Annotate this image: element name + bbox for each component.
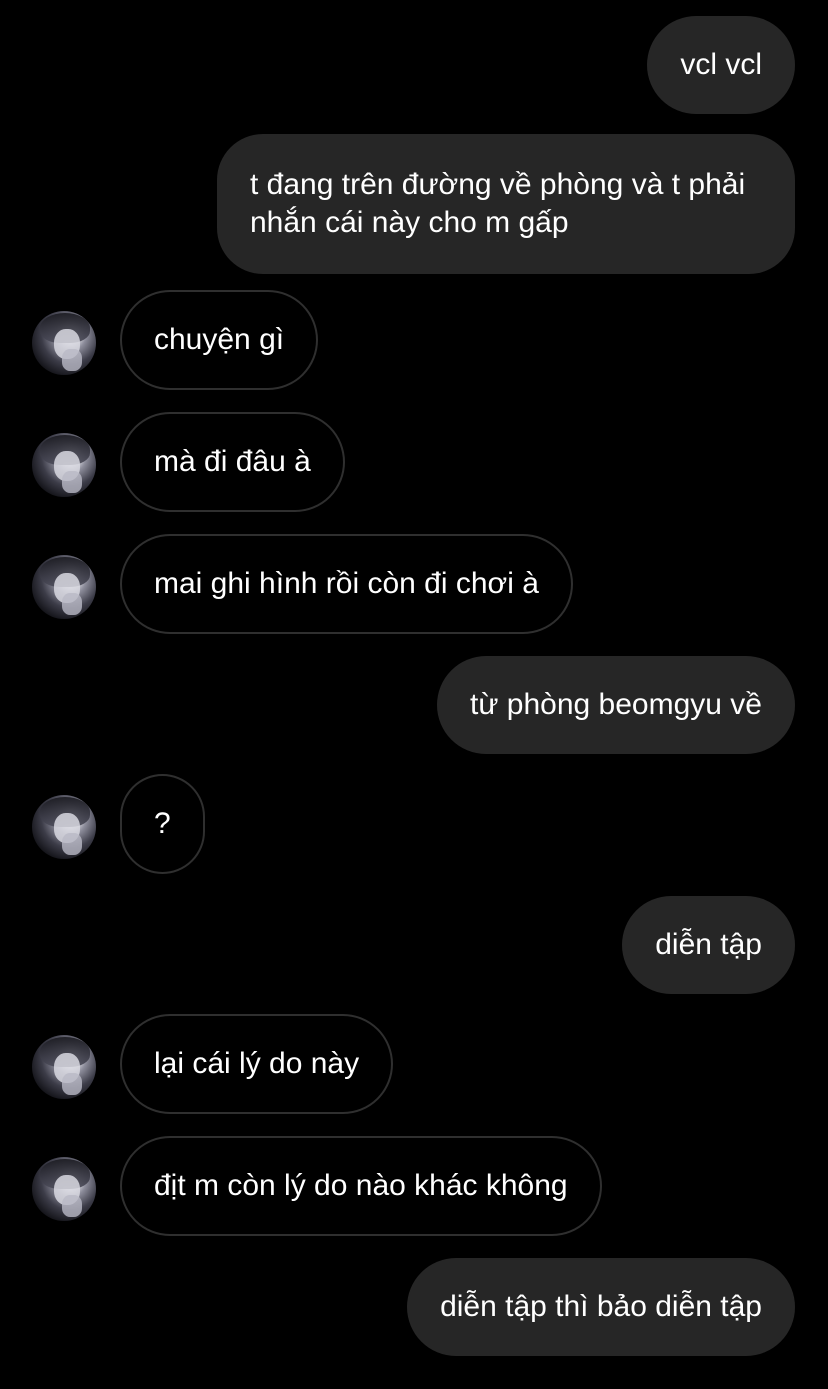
- received-message-bubble[interactable]: chuyện gì: [120, 290, 319, 390]
- received-message-bubble[interactable]: mai ghi hình rồi còn đi chơi à: [120, 534, 573, 634]
- received-message-bubble[interactable]: địt m còn lý do nào khác không: [120, 1136, 602, 1236]
- sent-message-bubble[interactable]: t đang trên đường về phòng và t phải nhắ…: [217, 134, 795, 274]
- message-text: từ phòng beomgyu về: [470, 688, 762, 721]
- message-text: diễn tập: [655, 928, 762, 961]
- avatar-hand: [62, 1073, 82, 1095]
- contact-avatar[interactable]: [32, 433, 96, 497]
- message-text: mai ghi hình rồi còn đi chơi à: [154, 567, 539, 600]
- sent-message-bubble[interactable]: vcl vcl: [647, 16, 795, 114]
- contact-avatar[interactable]: [32, 1035, 96, 1099]
- message-text: ?: [154, 807, 171, 840]
- sent-message-bubble[interactable]: diễn tập thì bảo diễn tập: [407, 1258, 795, 1356]
- sent-message-bubble[interactable]: từ phòng beomgyu về: [437, 656, 795, 754]
- message-text: địt m còn lý do nào khác không: [154, 1169, 568, 1202]
- message-text: mà đi đâu à: [154, 445, 311, 478]
- received-message-bubble[interactable]: lại cái lý do này: [120, 1014, 394, 1114]
- avatar-hand: [62, 471, 82, 493]
- contact-avatar[interactable]: [32, 1157, 96, 1221]
- contact-avatar[interactable]: [32, 311, 96, 375]
- message-text: t đang trên đường về phòng và t phải nhắ…: [250, 168, 746, 239]
- message-text: diễn tập thì bảo diễn tập: [440, 1290, 762, 1323]
- received-message-bubble[interactable]: mà đi đâu à: [120, 412, 345, 512]
- contact-avatar[interactable]: [32, 555, 96, 619]
- avatar-hand: [62, 593, 82, 615]
- message-text: lại cái lý do này: [154, 1047, 360, 1080]
- avatar-hand: [62, 1195, 82, 1217]
- sent-message-bubble[interactable]: diễn tập: [622, 896, 795, 994]
- message-text: vcl vcl: [680, 48, 762, 81]
- message-text: chuyện gì: [154, 323, 285, 356]
- avatar-hand: [62, 833, 82, 855]
- received-message-bubble[interactable]: ?: [120, 774, 205, 874]
- contact-avatar[interactable]: [32, 795, 96, 859]
- avatar-hand: [62, 349, 82, 371]
